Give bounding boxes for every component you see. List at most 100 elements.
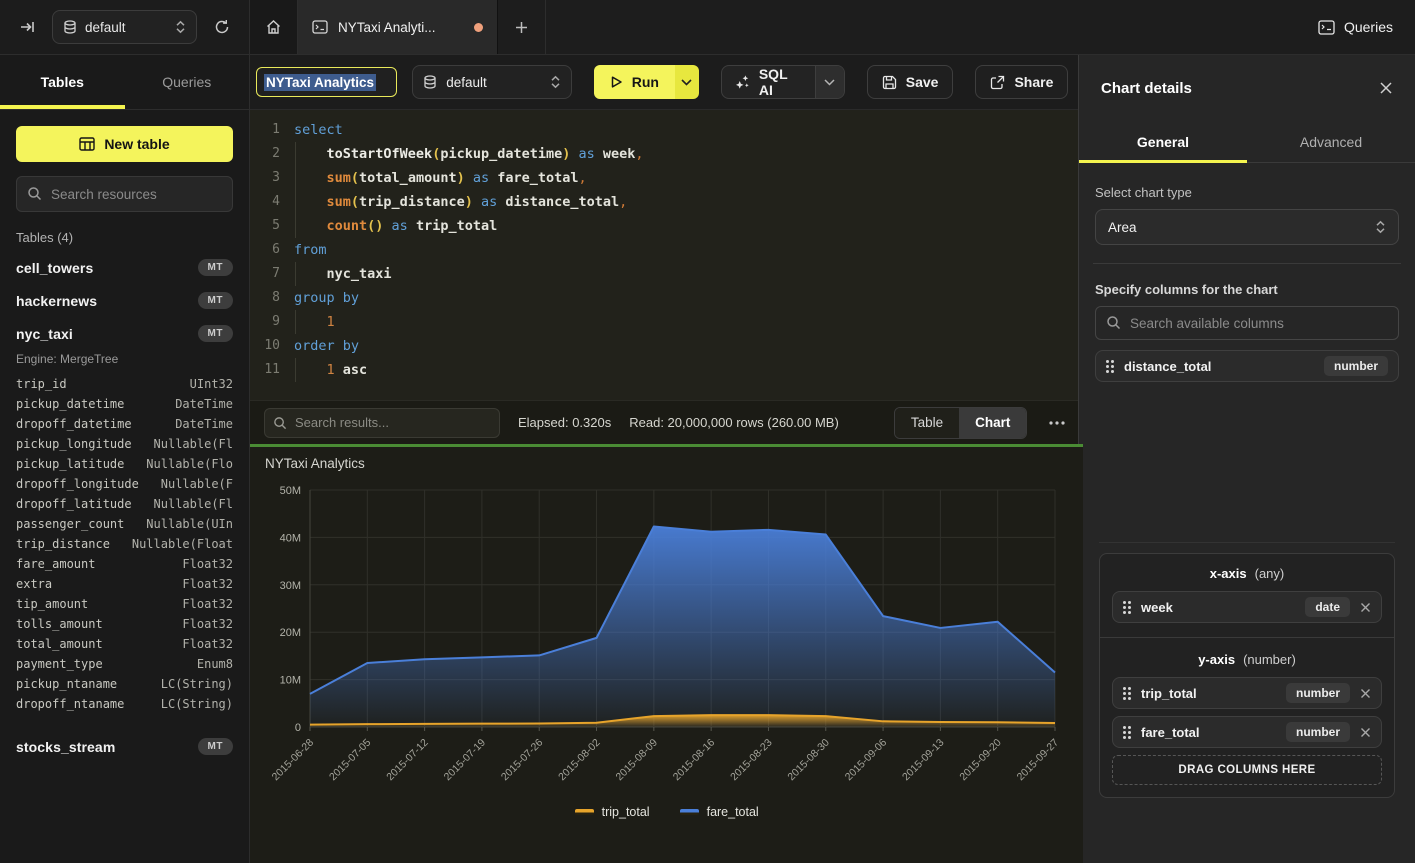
share-button[interactable]: Share bbox=[975, 65, 1068, 99]
drag-grip-icon[interactable] bbox=[1123, 687, 1131, 700]
svg-text:50M: 50M bbox=[280, 485, 301, 497]
save-button[interactable]: Save bbox=[867, 65, 954, 99]
column-row: dropoff_latitudeNullable(Fl bbox=[16, 494, 233, 514]
code-line-11: 11 1 asc bbox=[250, 358, 1083, 382]
svg-text:2015-09-06: 2015-09-06 bbox=[843, 737, 890, 784]
svg-text:2015-08-30: 2015-08-30 bbox=[785, 737, 832, 784]
x-axis-column-week[interactable]: week date bbox=[1112, 591, 1382, 623]
close-icon[interactable] bbox=[1379, 81, 1393, 95]
code-content: select bbox=[280, 118, 343, 142]
code-line-1: 1select bbox=[250, 118, 1083, 142]
database-selector[interactable]: default bbox=[52, 10, 197, 44]
search-icon bbox=[273, 416, 287, 430]
sql-ai-button[interactable]: SQL AI bbox=[722, 66, 815, 98]
column-name: trip_distance bbox=[16, 534, 110, 554]
query-database-selector[interactable]: default bbox=[412, 65, 572, 99]
tab-general[interactable]: General bbox=[1079, 121, 1247, 162]
remove-column-icon[interactable] bbox=[1360, 727, 1371, 738]
column-name: dropoff_datetime bbox=[16, 414, 132, 434]
svg-text:2015-07-26: 2015-07-26 bbox=[499, 737, 546, 784]
more-options-button[interactable] bbox=[1045, 421, 1069, 425]
query-title-value: NYTaxi Analytics bbox=[264, 74, 376, 91]
sql-editor[interactable]: 1select2 toStartOfWeek(pickup_datetime) … bbox=[250, 110, 1083, 400]
toggle-chart[interactable]: Chart bbox=[959, 408, 1026, 438]
ellipsis-icon bbox=[1049, 421, 1065, 425]
drag-columns-drop-zone[interactable]: DRAG COLUMNS HERE bbox=[1112, 755, 1382, 785]
table-row-stocks_stream[interactable]: stocks_stream MT bbox=[16, 730, 233, 763]
engine-badge: MT bbox=[198, 738, 233, 755]
y-axis-column-trip_total[interactable]: trip_totalnumber bbox=[1112, 677, 1382, 709]
query-title-input[interactable]: NYTaxi Analytics bbox=[256, 67, 397, 97]
drag-grip-icon[interactable] bbox=[1123, 601, 1131, 614]
run-options-button[interactable] bbox=[675, 65, 699, 99]
toggle-table[interactable]: Table bbox=[895, 408, 959, 438]
spacer bbox=[16, 720, 233, 730]
column-type: DateTime bbox=[175, 394, 233, 414]
query-header: NYTaxi Analytics default Run bbox=[250, 55, 1083, 110]
legend-item-fare_total[interactable]: fare_total bbox=[680, 805, 759, 819]
column-name: extra bbox=[16, 574, 52, 594]
sidebar-tab-queries[interactable]: Queries bbox=[125, 55, 250, 109]
svg-text:2015-06-28: 2015-06-28 bbox=[270, 737, 317, 784]
column-type: Float32 bbox=[182, 574, 233, 594]
chevron-updown-icon bbox=[1375, 220, 1386, 234]
queries-label: Queries bbox=[1344, 19, 1393, 35]
tab-nytaxi-analytics[interactable]: NYTaxi Analyti... bbox=[298, 0, 498, 54]
code-line-8: 8group by bbox=[250, 286, 1083, 310]
sql-ai-options-button[interactable] bbox=[815, 66, 844, 98]
run-button[interactable]: Run bbox=[594, 65, 675, 99]
code-content: sum(trip_distance) as distance_total, bbox=[280, 190, 627, 214]
refresh-icon[interactable] bbox=[207, 12, 237, 42]
collapse-sidebar-icon[interactable] bbox=[12, 12, 42, 42]
sidebar-tabs: Tables Queries bbox=[0, 55, 249, 110]
column-row: pickup_latitudeNullable(Flo bbox=[16, 454, 233, 474]
database-icon bbox=[423, 75, 437, 90]
new-tab-button[interactable] bbox=[498, 0, 546, 54]
column-name: dropoff_ntaname bbox=[16, 694, 124, 714]
table-row-nyc_taxi[interactable]: nyc_taxiMT bbox=[16, 317, 233, 350]
column-row: pickup_longitudeNullable(Fl bbox=[16, 434, 233, 454]
sidebar-search-input[interactable] bbox=[16, 176, 233, 212]
chart-legend: trip_total fare_total bbox=[250, 805, 1083, 819]
columns-search-input[interactable] bbox=[1095, 306, 1399, 340]
tab-advanced[interactable]: Advanced bbox=[1247, 121, 1415, 162]
drag-grip-icon[interactable] bbox=[1106, 360, 1114, 373]
column-type: Nullable(UIn bbox=[146, 514, 233, 534]
code-line-9: 9 1 bbox=[250, 310, 1083, 334]
run-button-group: Run bbox=[594, 65, 699, 99]
y-axis-title: y-axis(number) bbox=[1112, 652, 1382, 667]
available-columns-list: distance_totalnumber bbox=[1095, 350, 1399, 382]
drag-grip-icon[interactable] bbox=[1123, 726, 1131, 739]
code-line-6: 6from bbox=[250, 238, 1083, 262]
remove-column-icon[interactable] bbox=[1360, 602, 1371, 613]
svg-text:10M: 10M bbox=[280, 675, 301, 687]
column-type: Nullable(Fl bbox=[154, 494, 233, 514]
y-axis-column-fare_total[interactable]: fare_totalnumber bbox=[1112, 716, 1382, 748]
svg-text:2015-09-13: 2015-09-13 bbox=[900, 737, 947, 784]
column-type-badge: date bbox=[1305, 597, 1350, 617]
column-type: Float32 bbox=[182, 554, 233, 574]
table-name: stocks_stream bbox=[16, 739, 115, 755]
new-table-button[interactable]: New table bbox=[16, 126, 233, 162]
line-number: 9 bbox=[250, 310, 280, 334]
chevron-updown-icon bbox=[175, 20, 186, 34]
table-row-cell_towers[interactable]: cell_towersMT bbox=[16, 251, 233, 284]
svg-text:2015-07-05: 2015-07-05 bbox=[327, 737, 374, 784]
table-row-hackernews[interactable]: hackernewsMT bbox=[16, 284, 233, 317]
remove-column-icon[interactable] bbox=[1360, 688, 1371, 699]
chart-type-select[interactable]: Area bbox=[1095, 209, 1399, 245]
legend-item-trip_total[interactable]: trip_total bbox=[575, 805, 650, 819]
home-button[interactable] bbox=[250, 0, 298, 54]
available-column-distance_total[interactable]: distance_totalnumber bbox=[1095, 350, 1399, 382]
column-type: Nullable(Flo bbox=[146, 454, 233, 474]
queries-button[interactable]: Queries bbox=[1318, 19, 1393, 35]
divider bbox=[1100, 637, 1394, 638]
results-search-input[interactable] bbox=[264, 408, 500, 438]
run-label: Run bbox=[632, 74, 659, 90]
sidebar-tab-tables[interactable]: Tables bbox=[0, 55, 125, 109]
column-pill-name: week bbox=[1141, 600, 1295, 615]
column-name: fare_amount bbox=[16, 554, 95, 574]
legend-label: fare_total bbox=[707, 805, 759, 819]
code-content: 1 asc bbox=[280, 358, 367, 382]
code-line-4: 4 sum(trip_distance) as distance_total, bbox=[250, 190, 1083, 214]
